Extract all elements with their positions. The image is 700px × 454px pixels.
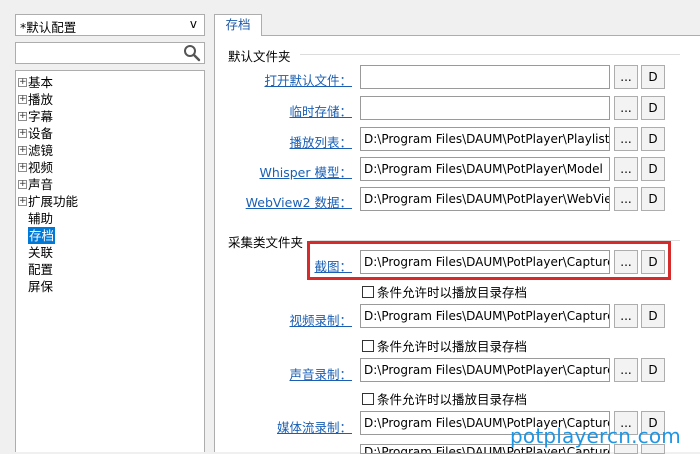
temp-storage-field[interactable]	[360, 96, 610, 120]
whisper-model-label[interactable]: Whisper 模型：	[212, 162, 352, 181]
browse-button[interactable]: ...	[614, 187, 638, 211]
preset-dropdown[interactable]: *默认配置 v	[15, 14, 205, 36]
highlight-box	[307, 241, 671, 280]
search-icon[interactable]	[183, 44, 201, 62]
default-button[interactable]: D	[641, 358, 665, 382]
audio-recording-field[interactable]: D:\Program Files\DAUM\PotPlayer\Capture	[360, 358, 610, 382]
default-button[interactable]: D	[641, 187, 665, 211]
tree-item-label: 设备	[28, 126, 54, 141]
video-recording-field[interactable]: D:\Program Files\DAUM\PotPlayer\Capture	[360, 304, 610, 328]
expand-icon[interactable]: +	[18, 180, 27, 189]
group-divider	[300, 54, 680, 55]
audio-save-to-play-dir-checkbox[interactable]: 条件允许时以播放目录存档	[362, 389, 527, 408]
expand-icon[interactable]: +	[18, 129, 27, 138]
tree-item-label: 扩展功能	[28, 194, 79, 209]
video-save-to-play-dir-checkbox[interactable]: 条件允许时以播放目录存档	[362, 336, 527, 355]
whisper-model-field[interactable]: D:\Program Files\DAUM\PotPlayer\Model	[360, 157, 610, 181]
checkbox-label: 条件允许时以播放目录存档	[377, 285, 528, 300]
open-default-file-field[interactable]	[360, 65, 610, 89]
tree-item-label: 存档	[28, 227, 56, 244]
expand-icon[interactable]: +	[18, 197, 27, 206]
playlist-field[interactable]: D:\Program Files\DAUM\PotPlayer\Playlist	[360, 127, 610, 151]
browse-button[interactable]: ...	[614, 96, 638, 120]
tree-item-label: 基本	[28, 75, 54, 90]
default-button[interactable]: D	[641, 157, 665, 181]
tree-item-label: 滤镜	[28, 143, 54, 158]
tree-item-label: 配置	[28, 262, 54, 277]
tree-item-label: 关联	[28, 245, 54, 260]
default-folders-title: 默认文件夹	[228, 49, 291, 64]
settings-tree: + 基本 + 播放 + 字幕 + 设备 + 滤镜 + 视频 + 声音 + 扩展功…	[15, 70, 205, 452]
expand-icon[interactable]: +	[18, 95, 27, 104]
capture-folders-title: 采集类文件夹	[228, 235, 304, 250]
checkbox-icon[interactable]	[362, 393, 374, 405]
watermark-text: potplayercn.com	[510, 424, 681, 448]
checkbox-icon[interactable]	[362, 286, 374, 298]
browse-button[interactable]: ...	[614, 157, 638, 181]
default-button[interactable]: D	[641, 65, 665, 89]
checkbox-label: 条件允许时以播放目录存档	[377, 392, 528, 407]
video-recording-label[interactable]: 视频录制：	[212, 310, 352, 329]
checkbox-icon[interactable]	[362, 340, 374, 352]
browse-button[interactable]: ...	[614, 127, 638, 151]
tree-item-label: 声音	[28, 177, 54, 192]
tree-item-label: 辅助	[28, 211, 54, 226]
tree-item-label: 字幕	[28, 109, 54, 124]
browse-button[interactable]: ...	[614, 358, 638, 382]
expand-icon[interactable]: +	[18, 163, 27, 172]
search-input[interactable]	[15, 42, 205, 64]
tree-item-label: 视频	[28, 160, 54, 175]
expand-icon[interactable]: +	[18, 146, 27, 155]
webview2-data-label[interactable]: WebView2 数据：	[212, 192, 352, 211]
tab-archive[interactable]: 存档	[214, 14, 262, 36]
playlist-label[interactable]: 播放列表：	[212, 132, 352, 151]
expand-icon[interactable]: +	[18, 112, 27, 121]
default-button[interactable]: D	[641, 304, 665, 328]
preset-value: *默认配置	[20, 20, 77, 35]
screenshot-save-to-play-dir-checkbox[interactable]: 条件允许时以播放目录存档	[362, 282, 527, 301]
temp-storage-label[interactable]: 临时存储：	[212, 101, 352, 120]
browse-button[interactable]: ...	[614, 65, 638, 89]
chevron-down-icon: v	[189, 17, 197, 31]
webview2-data-field[interactable]: D:\Program Files\DAUM\PotPlayer\WebView2	[360, 187, 610, 211]
checkbox-label: 条件允许时以播放目录存档	[377, 339, 528, 354]
default-button[interactable]: D	[641, 96, 665, 120]
tree-item-label: 播放	[28, 92, 54, 107]
default-button[interactable]: D	[641, 127, 665, 151]
tree-item-label: 屏保	[28, 279, 54, 294]
browse-button[interactable]: ...	[614, 304, 638, 328]
open-default-file-label[interactable]: 打开默认文件：	[212, 70, 352, 89]
stream-recording-label[interactable]: 媒体流录制：	[212, 417, 352, 436]
expand-icon[interactable]: +	[18, 78, 27, 87]
audio-recording-label[interactable]: 声音录制：	[212, 364, 352, 383]
